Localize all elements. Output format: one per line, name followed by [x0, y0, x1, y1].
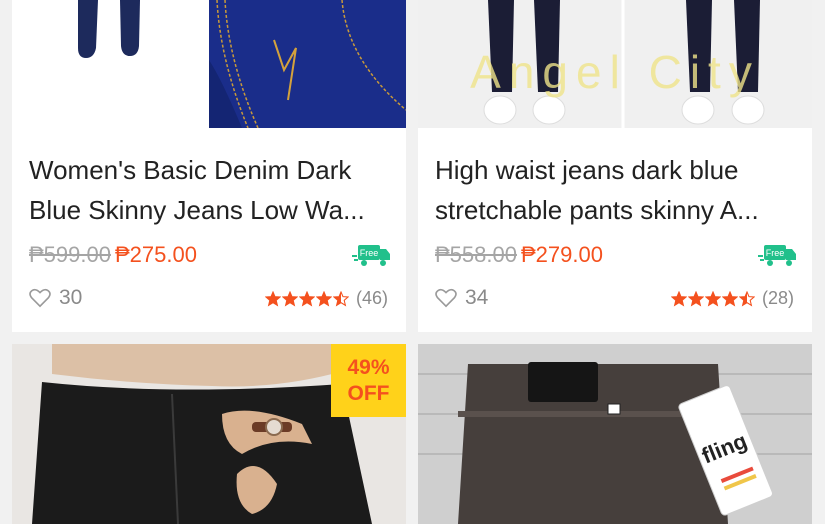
star-full-icon	[670, 290, 687, 306]
star-full-icon	[264, 290, 281, 306]
product-image[interactable]: fling	[418, 344, 812, 524]
like-count: 30	[59, 286, 83, 309]
product-card[interactable]: Women's Basic Denim Dark Blue Skinny Jea…	[12, 0, 406, 332]
product-title[interactable]: Women's Basic Denim Dark Blue Skinny Jea…	[29, 150, 394, 230]
price-row: ₱599.00 ₱275.00	[29, 242, 197, 268]
like-button[interactable]: 34	[435, 286, 488, 310]
like-button[interactable]: 30	[29, 286, 82, 310]
star-rating	[670, 290, 756, 307]
free-shipping-truck-icon: Free	[758, 244, 798, 270]
rating: (46)	[264, 288, 388, 309]
like-count: 34	[465, 286, 489, 309]
star-full-icon	[721, 290, 738, 306]
discount-off-label: OFF	[347, 381, 390, 405]
star-rating	[264, 290, 350, 307]
heart-icon	[435, 288, 457, 308]
discount-badge: 49% OFF	[331, 344, 406, 417]
rating: (28)	[670, 288, 794, 309]
product-image[interactable]	[12, 0, 406, 128]
review-count: (46)	[355, 288, 388, 308]
free-label: Free	[766, 248, 785, 258]
product-card[interactable]: Angel City High waist jeans dark blue st…	[418, 0, 812, 332]
star-half-icon	[332, 290, 349, 306]
product-card[interactable]: fling	[418, 344, 812, 524]
product-title[interactable]: High waist jeans dark blue stretchable p…	[435, 150, 800, 230]
star-full-icon	[687, 290, 704, 306]
price-row: ₱558.00 ₱279.00	[435, 242, 603, 268]
sale-price: ₱279.00	[520, 242, 603, 267]
star-half-icon	[738, 290, 755, 306]
original-price: ₱599.00	[29, 242, 111, 267]
heart-icon	[29, 288, 51, 308]
free-shipping-truck-icon: Free	[352, 244, 392, 270]
review-count: (28)	[761, 288, 794, 308]
product-card[interactable]: 49% OFF	[12, 344, 406, 524]
star-full-icon	[704, 290, 721, 306]
star-full-icon	[298, 290, 315, 306]
product-image[interactable]: Angel City	[418, 0, 812, 128]
watermark-text: Angel City	[470, 46, 760, 98]
star-full-icon	[281, 290, 298, 306]
sale-price: ₱275.00	[114, 242, 197, 267]
star-full-icon	[315, 290, 332, 306]
original-price: ₱558.00	[435, 242, 517, 267]
free-label: Free	[360, 248, 379, 258]
discount-percent: 49%	[347, 355, 390, 379]
